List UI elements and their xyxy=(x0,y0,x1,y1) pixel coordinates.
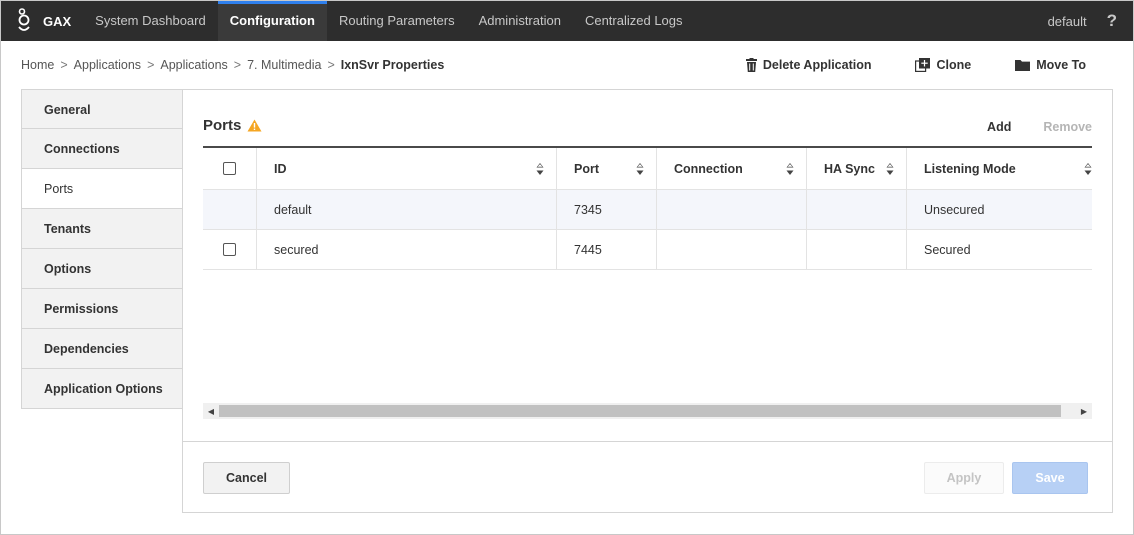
nav-administration[interactable]: Administration xyxy=(467,1,573,41)
cell-port: 7345 xyxy=(557,190,657,229)
cell-ha-sync xyxy=(807,230,907,269)
sort-icon xyxy=(1084,162,1092,175)
add-port-button[interactable]: Add xyxy=(987,120,1011,134)
column-header-label: Listening Mode xyxy=(924,161,1016,176)
nav-system-dashboard[interactable]: System Dashboard xyxy=(83,1,218,41)
sidebar-item-tenants[interactable]: Tenants xyxy=(21,209,183,249)
sort-icon xyxy=(786,162,794,175)
nav-centralized-logs[interactable]: Centralized Logs xyxy=(573,1,695,41)
move-to-label: Move To xyxy=(1036,58,1086,72)
column-header-label: HA Sync xyxy=(824,161,875,176)
cell-port: 7445 xyxy=(557,230,657,269)
sidebar-item-general[interactable]: General xyxy=(21,89,183,129)
breadcrumb-separator: > xyxy=(60,58,68,72)
move-to-button[interactable]: Move To xyxy=(1015,58,1086,72)
breadcrumb-current: IxnSvr Properties xyxy=(340,58,445,72)
column-header-id[interactable]: ID xyxy=(257,148,557,189)
column-header-port[interactable]: Port xyxy=(557,148,657,189)
row-checkbox[interactable] xyxy=(223,243,236,256)
breadcrumb-separator: > xyxy=(327,58,335,72)
column-header-label: Connection xyxy=(674,161,743,176)
panel-title: Ports xyxy=(203,117,262,134)
sort-icon xyxy=(886,162,894,175)
scroll-right-icon[interactable]: ▶ xyxy=(1076,403,1092,419)
delete-application-button[interactable]: Delete Application xyxy=(745,58,872,72)
warning-icon xyxy=(247,119,262,132)
genesys-logo-icon xyxy=(13,7,35,35)
sidebar-item-options[interactable]: Options xyxy=(21,249,183,289)
top-nav: GAX System Dashboard Configuration Routi… xyxy=(1,1,1133,41)
sidebar-item-connections[interactable]: Connections xyxy=(21,129,183,169)
row-checkbox-cell xyxy=(203,190,257,229)
table-row[interactable]: secured 7445 Secured xyxy=(203,230,1092,270)
sidebar-item-permissions[interactable]: Permissions xyxy=(21,289,183,329)
select-all-checkbox[interactable] xyxy=(223,162,236,175)
remove-port-button[interactable]: Remove xyxy=(1043,120,1092,134)
apply-button[interactable]: Apply xyxy=(924,462,1004,494)
breadcrumb-applications-folder[interactable]: Applications xyxy=(160,58,227,72)
table-row[interactable]: default 7345 Unsecured xyxy=(203,190,1092,230)
breadcrumb-separator: > xyxy=(233,58,242,72)
column-header-label: ID xyxy=(274,161,287,176)
sort-icon xyxy=(636,162,644,175)
footer-divider xyxy=(183,441,1112,442)
nav-configuration[interactable]: Configuration xyxy=(217,1,327,41)
sidebar-item-application-options[interactable]: Application Options xyxy=(21,369,183,409)
cell-id: default xyxy=(257,190,557,229)
ports-panel: Ports Add Remove ID Port Connection HA S… xyxy=(182,89,1113,513)
sidebar-item-ports[interactable]: Ports xyxy=(21,169,183,209)
cell-id: secured xyxy=(257,230,557,269)
help-icon[interactable]: ? xyxy=(1107,11,1117,31)
cell-listening-mode: Unsecured xyxy=(924,202,985,217)
clone-button[interactable]: Clone xyxy=(915,58,971,72)
cell-ha-sync xyxy=(807,190,907,229)
folder-icon xyxy=(1015,60,1031,71)
user-menu[interactable]: default xyxy=(1048,14,1087,29)
breadcrumb-multimedia[interactable]: 7. Multimedia xyxy=(247,58,321,72)
column-header-listening-mode[interactable]: Listening Mode xyxy=(907,148,1092,189)
column-header-ha-sync[interactable]: HA Sync xyxy=(807,148,907,189)
ports-table: ID Port Connection HA Sync Listening Mod… xyxy=(203,146,1092,270)
sidebar-item-dependencies[interactable]: Dependencies xyxy=(21,329,183,369)
breadcrumb-separator: > xyxy=(147,58,155,72)
save-button[interactable]: Save xyxy=(1012,462,1088,494)
cell-connection xyxy=(657,230,807,269)
scrollbar-thumb[interactable] xyxy=(219,405,1061,417)
horizontal-scrollbar[interactable]: ◀ ▶ xyxy=(203,403,1092,419)
scrollbar-track[interactable] xyxy=(219,405,1076,417)
toolbar: Delete Application Clone Move To xyxy=(745,58,1086,72)
breadcrumb-applications[interactable]: Applications xyxy=(74,58,141,72)
header-checkbox-cell xyxy=(203,148,257,189)
breadcrumb: Home > Applications > Applications > 7. … xyxy=(21,58,444,72)
column-header-connection[interactable]: Connection xyxy=(657,148,807,189)
breadcrumb-home[interactable]: Home xyxy=(21,58,54,72)
scroll-left-icon[interactable]: ◀ xyxy=(203,403,219,419)
cancel-button[interactable]: Cancel xyxy=(203,462,290,494)
nav-routing-parameters[interactable]: Routing Parameters xyxy=(327,1,467,41)
column-header-label: Port xyxy=(574,161,599,176)
cell-listening-mode: Secured xyxy=(924,242,971,257)
row-checkbox-cell xyxy=(203,230,257,269)
delete-application-label: Delete Application xyxy=(762,58,872,72)
panel-title-text: Ports xyxy=(203,117,242,134)
brand-name: GAX xyxy=(43,13,72,29)
clone-label: Clone xyxy=(936,58,972,72)
cell-connection xyxy=(657,190,807,229)
trash-icon xyxy=(745,58,757,72)
table-header-row: ID Port Connection HA Sync Listening Mod… xyxy=(203,148,1092,190)
panel-actions: Add Remove xyxy=(987,120,1092,134)
properties-sidebar: General Connections Ports Tenants Option… xyxy=(21,89,183,409)
clone-icon xyxy=(915,58,931,72)
sort-icon xyxy=(536,162,544,175)
